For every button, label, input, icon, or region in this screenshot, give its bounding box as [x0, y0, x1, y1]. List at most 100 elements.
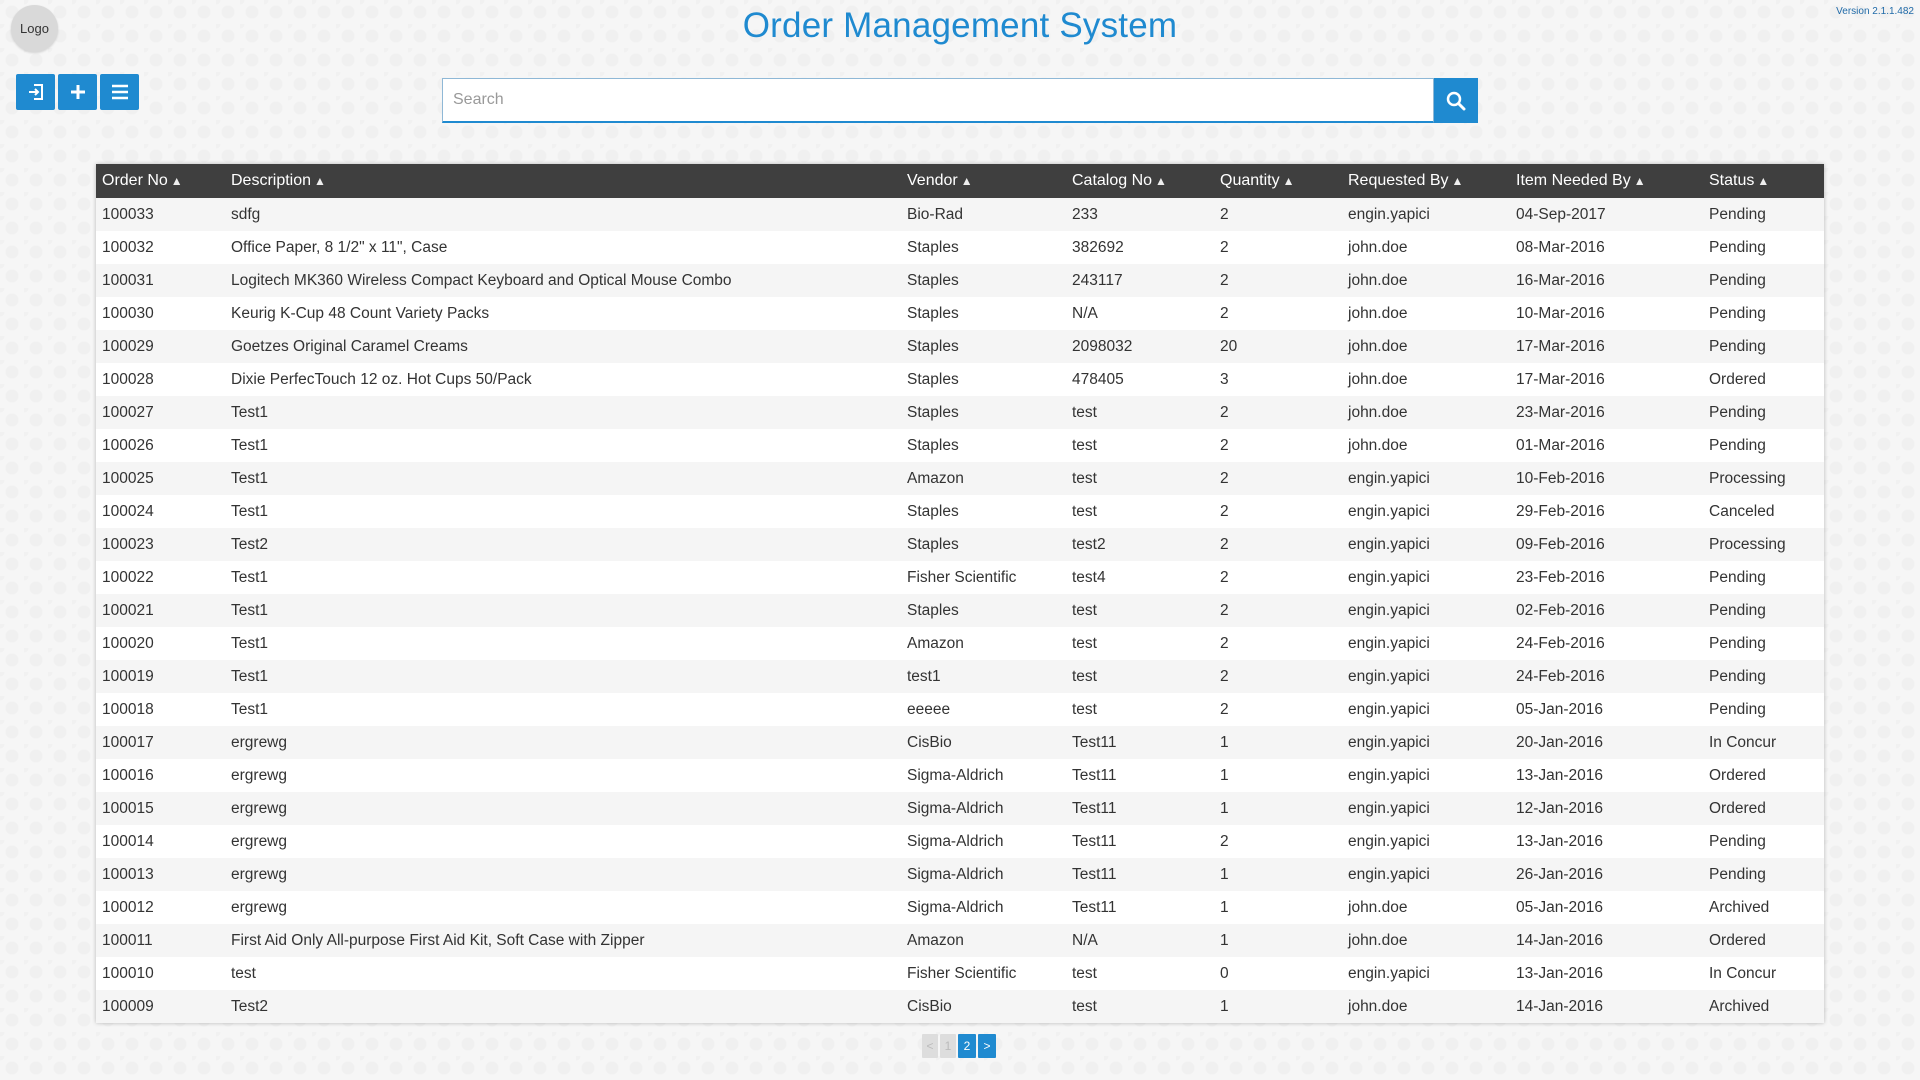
table-row[interactable]: 100029 Goetzes Original Caramel Creams Sta…: [96, 330, 1824, 363]
cell-requested-by: engin.yapici: [1348, 865, 1430, 883]
cell-order-no: 100013: [102, 865, 154, 883]
cell-requested-by: john.doe: [1348, 337, 1408, 355]
cell-catalog-no: test: [1072, 997, 1097, 1015]
cell-description: Test1: [231, 634, 269, 652]
column-header-description[interactable]: Description ▲: [225, 164, 901, 198]
table-row[interactable]: 100014 ergrewg Sigma-Aldrich Test11 2 engin.y…: [96, 825, 1824, 858]
search-button[interactable]: [1434, 78, 1478, 123]
cell-quantity: 1: [1220, 865, 1229, 883]
cell-item-needed-by: 04-Sep-2017: [1516, 205, 1606, 223]
cell-description: Test1: [231, 601, 269, 619]
plus-icon: [70, 85, 85, 99]
table-row[interactable]: 100017 ergrewg CisBio Test11 1 engin.yapici 20…: [96, 726, 1824, 759]
table-row[interactable]: 100009 Test2 CisBio test 1 john.doe 14-Jan-201…: [96, 990, 1824, 1023]
cell-item-needed-by: 05-Jan-2016: [1516, 700, 1604, 718]
cell-description: Keurig K-Cup 48 Count Variety Packs: [231, 304, 490, 322]
cell-catalog-no: Test11: [1072, 733, 1117, 751]
login-icon: [28, 84, 43, 100]
cell-catalog-no: N/A: [1072, 931, 1098, 949]
cell-item-needed-by: 08-Mar-2016: [1516, 238, 1605, 256]
cell-description: Test1: [231, 469, 269, 487]
table-row[interactable]: 100021 Test1 Staples test 2 engin.yapici 02-Fe…: [96, 594, 1824, 627]
cell-quantity: 1: [1220, 799, 1229, 817]
cell-order-no: 100031: [102, 271, 154, 289]
toolbar: [16, 74, 139, 110]
cell-item-needed-by: 17-Mar-2016: [1516, 370, 1605, 388]
cell-catalog-no: test: [1072, 403, 1097, 421]
cell-description: Test1: [231, 502, 269, 520]
cell-vendor: Staples: [907, 601, 959, 619]
table-row[interactable]: 100011 First Aid Only All-purpose First A…: [96, 924, 1824, 957]
cell-order-no: 100021: [102, 601, 154, 619]
cell-status: Archived: [1709, 997, 1770, 1015]
add-order-button[interactable]: [58, 74, 97, 110]
cell-description: ergrewg: [231, 865, 287, 883]
table-row[interactable]: 100023 Test2 Staples test2 2 engin.yapici 09-F…: [96, 528, 1824, 561]
cell-catalog-no: 233: [1072, 205, 1098, 223]
cell-item-needed-by: 13-Jan-2016: [1516, 766, 1604, 784]
cell-item-needed-by: 26-Jan-2016: [1516, 865, 1604, 883]
cell-quantity: 2: [1220, 568, 1229, 586]
cell-order-no: 100019: [102, 667, 154, 685]
table-row[interactable]: 100028 Dixie PerfecTouch 12 oz. Hot Cups …: [96, 363, 1824, 396]
cell-vendor: Sigma-Aldrich: [907, 799, 1004, 817]
prev-page-button[interactable]: <: [922, 1034, 938, 1058]
table-row[interactable]: 100022 Test1 Fisher Scientific test4 2 engin.…: [96, 561, 1824, 594]
cell-vendor: test1: [907, 667, 941, 685]
cell-requested-by: engin.yapici: [1348, 568, 1430, 586]
column-header-status[interactable]: Status ▲: [1703, 164, 1824, 198]
table-row[interactable]: 100026 Test1 Staples test 2 john.doe 01-Mar-20…: [96, 429, 1824, 462]
column-header-order-no[interactable]: Order No ▲: [96, 164, 225, 198]
table-row[interactable]: 100031 Logitech MK360 Wireless Compact Ke…: [96, 264, 1824, 297]
sort-arrow-icon: ▲: [1451, 174, 1464, 188]
login-button[interactable]: [16, 74, 55, 110]
search-input[interactable]: [442, 78, 1434, 123]
cell-requested-by: engin.yapici: [1348, 601, 1430, 619]
cell-vendor: CisBio: [907, 733, 952, 751]
cell-item-needed-by: 23-Feb-2016: [1516, 568, 1605, 586]
cell-requested-by: john.doe: [1348, 304, 1408, 322]
table-row[interactable]: 100016 ergrewg Sigma-Aldrich Test11 1 engin.y…: [96, 759, 1824, 792]
table-row[interactable]: 100010 test Fisher Scientific test 0 engin.ya…: [96, 957, 1824, 990]
table-row[interactable]: 100012 ergrewg Sigma-Aldrich Test11 1 john.do…: [96, 891, 1824, 924]
cell-status: Processing: [1709, 535, 1786, 553]
column-header-label: Vendor: [907, 172, 958, 189]
column-header-label: Order No: [102, 172, 168, 189]
table-row[interactable]: 100027 Test1 Staples test 2 john.doe 23-Mar-20…: [96, 396, 1824, 429]
cell-vendor: Staples: [907, 271, 959, 289]
table-row[interactable]: 100018 Test1 eeeee test 2 engin.yapici 05-Jan-…: [96, 693, 1824, 726]
table-row[interactable]: 100015 ergrewg Sigma-Aldrich Test11 1 engin.y…: [96, 792, 1824, 825]
cell-vendor: Amazon: [907, 469, 964, 487]
cell-order-no: 100026: [102, 436, 154, 454]
next-page-button[interactable]: >: [978, 1034, 996, 1058]
table-row[interactable]: 100020 Test1 Amazon test 2 engin.yapici 24-Feb…: [96, 627, 1824, 660]
cell-requested-by: john.doe: [1348, 931, 1408, 949]
column-header-quantity[interactable]: Quantity ▲: [1214, 164, 1342, 198]
menu-button[interactable]: [100, 74, 139, 110]
cell-requested-by: john.doe: [1348, 997, 1408, 1015]
table-row[interactable]: 100013 ergrewg Sigma-Aldrich Test11 1 engin.y…: [96, 858, 1824, 891]
cell-order-no: 100014: [102, 832, 154, 850]
cell-item-needed-by: 02-Feb-2016: [1516, 601, 1605, 619]
cell-order-no: 100015: [102, 799, 154, 817]
cell-description: Test1: [231, 667, 269, 685]
table-row[interactable]: 100033 sdfg Bio-Rad 233 2 engin.yapici 04-Sep-…: [96, 198, 1824, 231]
cell-status: Ordered: [1709, 766, 1766, 784]
table-row[interactable]: 100032 Office Paper, 8 1/2" x 11", Case St…: [96, 231, 1824, 264]
page-1-button[interactable]: 1: [940, 1034, 956, 1058]
table-row[interactable]: 100030 Keurig K-Cup 48 Count Variety Pack…: [96, 297, 1824, 330]
table-row[interactable]: 100019 Test1 test1 test 2 engin.yapici 24-Feb-…: [96, 660, 1824, 693]
column-header-requested-by[interactable]: Requested By ▲: [1342, 164, 1510, 198]
page-2-button[interactable]: 2: [958, 1034, 976, 1058]
table-row[interactable]: 100024 Test1 Staples test 2 engin.yapici 29-Fe…: [96, 495, 1824, 528]
cell-item-needed-by: 09-Feb-2016: [1516, 535, 1605, 553]
table-row[interactable]: 100025 Test1 Amazon test 2 engin.yapici 10-Feb…: [96, 462, 1824, 495]
cell-status: Archived: [1709, 898, 1770, 916]
cell-item-needed-by: 20-Jan-2016: [1516, 733, 1604, 751]
version-label: Version 2.1.1.482: [1836, 6, 1914, 17]
sort-arrow-icon: ▲: [1282, 174, 1295, 188]
table-body: 100033 sdfg Bio-Rad 233 2 engin.yapici 04-Sep-…: [96, 198, 1824, 1023]
column-header-catalog-no[interactable]: Catalog No ▲: [1066, 164, 1214, 198]
column-header-vendor[interactable]: Vendor ▲: [901, 164, 1066, 198]
column-header-item-needed-by[interactable]: Item Needed By ▲: [1510, 164, 1703, 198]
